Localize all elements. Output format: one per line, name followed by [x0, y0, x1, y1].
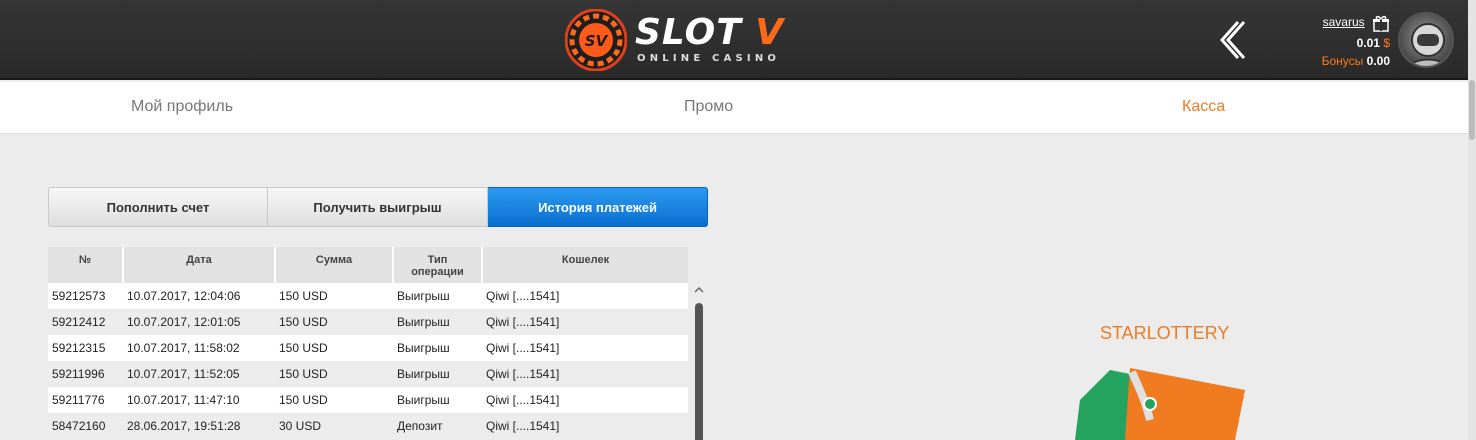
column-header-amount: Сумма	[275, 247, 394, 283]
cell-wallet: Qiwi [....1541]	[482, 309, 688, 335]
column-header-wallet: Кошелек	[482, 247, 688, 283]
astronaut-avatar-icon	[1408, 23, 1448, 66]
cell-wallet: Qiwi [....1541]	[482, 361, 688, 387]
cell-amount: 150 USD	[275, 335, 393, 361]
username-link[interactable]: savarus	[1323, 15, 1365, 29]
cell-number: 59211776	[48, 387, 123, 413]
back-chevron-icon[interactable]	[1216, 18, 1246, 62]
cell-amount: 150 USD	[275, 283, 393, 309]
cell-wallet: Qiwi [....1541]	[482, 413, 688, 439]
cell-operation-type: Выигрыш	[393, 361, 482, 387]
cell-number: 58472160	[48, 413, 123, 439]
bonus-balance: Бонусы 0.00	[1300, 54, 1390, 68]
top-bar: SV SLOT V ONLINE CASINO savarus 0.01 $ Б…	[0, 0, 1476, 80]
table-scrollbar[interactable]	[692, 283, 706, 440]
cell-wallet: Qiwi [....1541]	[482, 335, 688, 361]
table-row: 59212315 10.07.2017, 11:58:02 150 USD Выигр…	[48, 335, 688, 361]
cashier-tabs: Пополнить счет Получить выигрыш История …	[48, 187, 708, 227]
bonus-value: 0.00	[1366, 54, 1390, 68]
tab-withdraw[interactable]: Получить выигрыш	[268, 187, 488, 227]
cell-date: 10.07.2017, 12:04:06	[123, 283, 275, 309]
nav-item-profile[interactable]: Мой профиль	[131, 98, 233, 116]
logo-text: SLOT V	[635, 12, 785, 53]
column-header-date: Дата	[123, 247, 276, 283]
column-header-number: №	[48, 247, 124, 283]
cell-amount: 150 USD	[275, 387, 393, 413]
cell-date: 10.07.2017, 11:47:10	[123, 387, 275, 413]
tab-deposit[interactable]: Пополнить счет	[48, 187, 268, 227]
cell-operation-type: Депозит	[393, 413, 482, 439]
cell-wallet: Qiwi [....1541]	[482, 283, 688, 309]
cell-wallet: Qiwi [....1541]	[482, 387, 688, 413]
balance: 0.01 $	[1300, 36, 1390, 50]
gift-icon[interactable]	[1372, 14, 1390, 32]
column-header-operation-type: Тип операции	[393, 247, 483, 283]
promo-title[interactable]: STARLOTTERY	[1100, 323, 1229, 344]
cell-number: 59211996	[48, 361, 123, 387]
table-row: 59212573 10.07.2017, 12:04:06 150 USD Выигр…	[48, 283, 688, 309]
nav-item-cashier[interactable]: Касса	[1182, 98, 1225, 116]
table-header-row: № Дата Сумма Тип операции Кошелек	[48, 247, 688, 283]
bonus-label: Бонусы	[1321, 54, 1364, 68]
cell-date: 10.07.2017, 11:52:05	[123, 361, 275, 387]
cell-amount: 30 USD	[275, 413, 393, 439]
page-scrollbar-thumb[interactable]	[1469, 80, 1475, 140]
cell-operation-type: Выигрыш	[393, 309, 482, 335]
cell-operation-type: Выигрыш	[393, 387, 482, 413]
cell-date: 28.06.2017, 19:51:28	[123, 413, 275, 439]
main-nav: Мой профиль Промо Касса	[0, 82, 1468, 134]
logo-emblem-icon: SV	[565, 9, 627, 71]
payment-history-table: № Дата Сумма Тип операции Кошелек 592125…	[48, 247, 708, 440]
cell-date: 10.07.2017, 11:58:02	[123, 335, 275, 361]
cell-amount: 150 USD	[275, 309, 393, 335]
cell-number: 59212412	[48, 309, 123, 335]
cell-amount: 150 USD	[275, 361, 393, 387]
avatar[interactable]	[1398, 12, 1454, 68]
table-scrollbar-thumb[interactable]	[695, 303, 703, 440]
table-row: 58472160 28.06.2017, 19:51:28 30 USD Депози…	[48, 413, 688, 439]
logo-subtitle: ONLINE CASINO	[637, 53, 781, 64]
cell-operation-type: Выигрыш	[393, 283, 482, 309]
tab-payment-history[interactable]: История платежей	[488, 187, 708, 227]
site-logo[interactable]: SV SLOT V ONLINE CASINO	[565, 9, 795, 71]
page-scrollbar[interactable]	[1468, 0, 1476, 440]
table-row: 59211776 10.07.2017, 11:47:10 150 USD Выигр…	[48, 387, 688, 413]
cell-number: 59212573	[48, 283, 123, 309]
cell-number: 59212315	[48, 335, 123, 361]
svg-text:SV: SV	[585, 32, 609, 50]
cell-operation-type: Выигрыш	[393, 335, 482, 361]
balance-value: 0.01	[1356, 36, 1380, 50]
table-row: 59211996 10.07.2017, 11:52:05 150 USD Выигр…	[48, 361, 688, 387]
nav-item-promo[interactable]: Промо	[684, 98, 733, 116]
user-info: savarus 0.01 $ Бонусы 0.00	[1300, 14, 1390, 68]
chevron-up-icon[interactable]	[694, 285, 704, 295]
table-row: 59212412 10.07.2017, 12:01:05 150 USD Выигр…	[48, 309, 688, 335]
lottery-ticket-icon[interactable]	[1070, 360, 1250, 440]
cell-date: 10.07.2017, 12:01:05	[123, 309, 275, 335]
balance-currency: $	[1383, 36, 1390, 50]
